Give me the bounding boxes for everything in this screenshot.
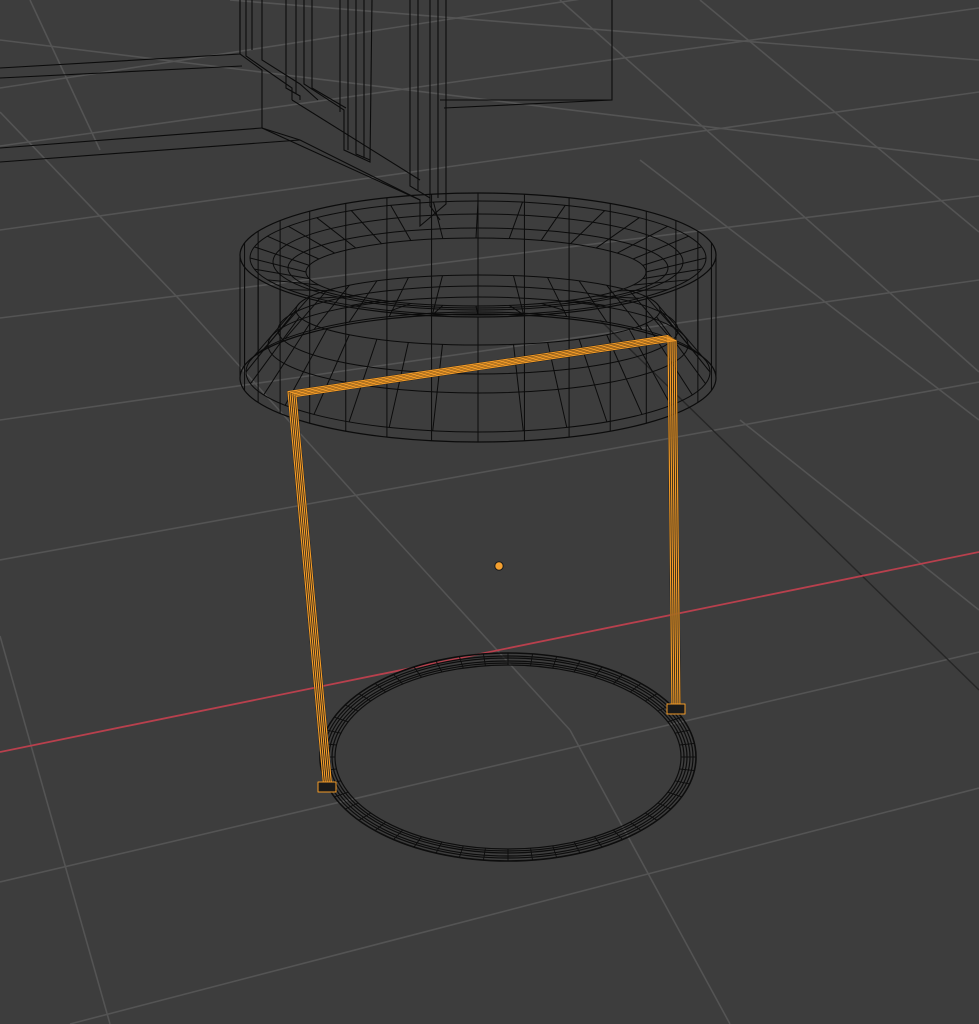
viewport-background (0, 0, 979, 1024)
left-leg-foot (317, 781, 337, 793)
object-origin-dot[interactable] (494, 561, 504, 571)
right-leg-foot (666, 703, 686, 715)
3d-viewport[interactable] (0, 0, 979, 1024)
viewport-canvas[interactable] (0, 0, 979, 1024)
